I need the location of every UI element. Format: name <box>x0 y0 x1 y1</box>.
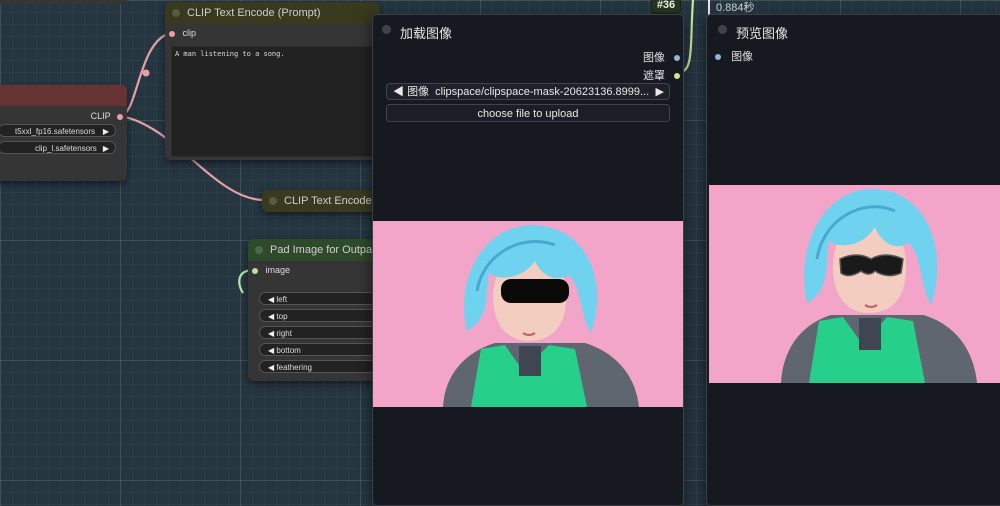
clip-text-encode-title[interactable]: CLIP Text Encode (Prompt) <box>165 2 380 24</box>
clip-text-encode-node[interactable]: CLIP Text Encode (Prompt) clip A man lis… <box>165 2 380 160</box>
prompt-textarea[interactable]: A man listening to a song. <box>171 46 376 157</box>
right-arrow-icon[interactable]: ▶ <box>103 142 109 153</box>
pad-image-node[interactable]: Pad Image for Outpain image ◀ left ◀ top… <box>248 239 389 381</box>
node-collapse-dot-icon[interactable] <box>172 9 180 17</box>
clip-text-encode-2-title-text: CLIP Text Encode ( <box>284 195 379 207</box>
load-image-title: 加载图像 <box>400 26 453 41</box>
node-collapse-dot-icon[interactable] <box>718 25 727 34</box>
node-collapse-dot-icon[interactable] <box>382 25 391 34</box>
clip-text-encode-node-2[interactable]: CLIP Text Encode ( <box>262 190 380 212</box>
clip-loader-node[interactable]: CLIP t5xxl_fp16.safetensors ▶ clip_l.saf… <box>0 85 127 181</box>
pad-image-title[interactable]: Pad Image for Outpain <box>248 239 380 261</box>
image-input-label: image <box>265 265 291 275</box>
clip-text-encode-2-title[interactable]: CLIP Text Encode ( <box>262 190 380 212</box>
pad-feathering-label: feathering <box>276 363 312 372</box>
left-arrow-icon[interactable]: ◀ <box>393 86 404 98</box>
preview-input-label: 图像 <box>731 51 754 63</box>
pad-feathering-widget[interactable]: ◀ feathering <box>259 360 389 373</box>
mask-output-slot[interactable]: 遮罩 <box>643 67 680 83</box>
loaded-image[interactable] <box>373 221 683 407</box>
pad-left-widget[interactable]: ◀ left <box>259 292 389 305</box>
left-arrow-icon[interactable]: ◀ <box>268 312 274 321</box>
image-file-combo[interactable]: ◀ 图像 clipspace/clipspace-mask-20623136.8… <box>386 83 670 100</box>
right-arrow-icon[interactable]: ▶ <box>656 84 664 99</box>
clip-input-slot[interactable]: clip <box>169 28 196 38</box>
node-collapse-dot-icon[interactable] <box>255 246 263 254</box>
pad-top-label: top <box>276 312 288 321</box>
pad-right-widget[interactable]: ◀ right <box>259 326 389 339</box>
character-illustration <box>781 189 977 383</box>
pad-right-label: right <box>276 329 292 338</box>
clip-name1-widget[interactable]: t5xxl_fp16.safetensors ▶ <box>0 124 116 137</box>
image-input-slot[interactable]: image <box>252 265 290 275</box>
preview-image[interactable] <box>709 185 1000 383</box>
clip-link-top <box>119 31 172 118</box>
slot-dot-icon[interactable] <box>169 30 175 37</box>
pad-left-label: left <box>276 295 288 304</box>
pad-bottom-label: bottom <box>276 346 301 355</box>
clip-input-label: clip <box>182 28 197 38</box>
left-arrow-icon[interactable]: ◀ <box>268 363 274 372</box>
execution-time-label: 0.884秒 <box>716 2 755 14</box>
masked-character-illustration <box>443 225 639 407</box>
prompt-text: A man listening to a song. <box>175 50 285 58</box>
partial-node-top <box>0 0 127 4</box>
pad-top-widget[interactable]: ◀ top <box>259 309 389 322</box>
node-id-badge: #36 <box>651 0 681 14</box>
preview-image-title: 预览图像 <box>736 26 789 41</box>
clip-output-slot[interactable]: CLIP <box>91 111 123 121</box>
image-output-slot[interactable]: 图像 <box>643 49 680 65</box>
image-combo-label: 图像 <box>407 86 430 98</box>
clip-link-midpoint <box>142 69 150 77</box>
load-image-panel[interactable]: 加载图像 图像 遮罩 ◀ 图像 clipspace/clipspace-mask… <box>372 14 684 506</box>
clip-text-encode-title-text: CLIP Text Encode (Prompt) <box>187 7 321 19</box>
pad-bottom-widget[interactable]: ◀ bottom <box>259 343 389 356</box>
left-arrow-icon[interactable]: ◀ <box>268 295 274 304</box>
loader-title-bar[interactable] <box>0 85 127 106</box>
mask-output-label: 遮罩 <box>642 70 665 82</box>
image-output-label: 图像 <box>642 52 665 64</box>
slot-dot-icon[interactable] <box>252 267 258 274</box>
slot-dot-icon[interactable] <box>715 54 721 61</box>
image-combo-value: clipspace/clipspace-mask-20623136.8999..… <box>435 86 650 98</box>
clip-output-label: CLIP <box>90 111 111 121</box>
pad-image-title-text: Pad Image for Outpain <box>270 244 380 256</box>
choose-file-button[interactable]: choose file to upload <box>386 104 670 122</box>
slot-dot-icon[interactable] <box>674 73 680 80</box>
left-arrow-icon[interactable]: ◀ <box>268 329 274 338</box>
preview-image-panel[interactable]: 预览图像 图像 <box>706 14 1000 506</box>
clip-name2-value: clip_l.safetensors <box>35 144 97 153</box>
slot-dot-icon[interactable] <box>117 113 123 120</box>
left-arrow-icon[interactable]: ◀ <box>268 346 274 355</box>
right-arrow-icon[interactable]: ▶ <box>103 125 109 136</box>
preview-image-input-slot[interactable]: 图像 <box>715 48 753 64</box>
node-collapse-dot-icon[interactable] <box>269 197 277 205</box>
clip-name1-value: t5xxl_fp16.safetensors <box>15 127 96 136</box>
clip-name2-widget[interactable]: clip_l.safetensors ▶ <box>0 141 116 154</box>
slot-dot-icon[interactable] <box>674 55 680 62</box>
